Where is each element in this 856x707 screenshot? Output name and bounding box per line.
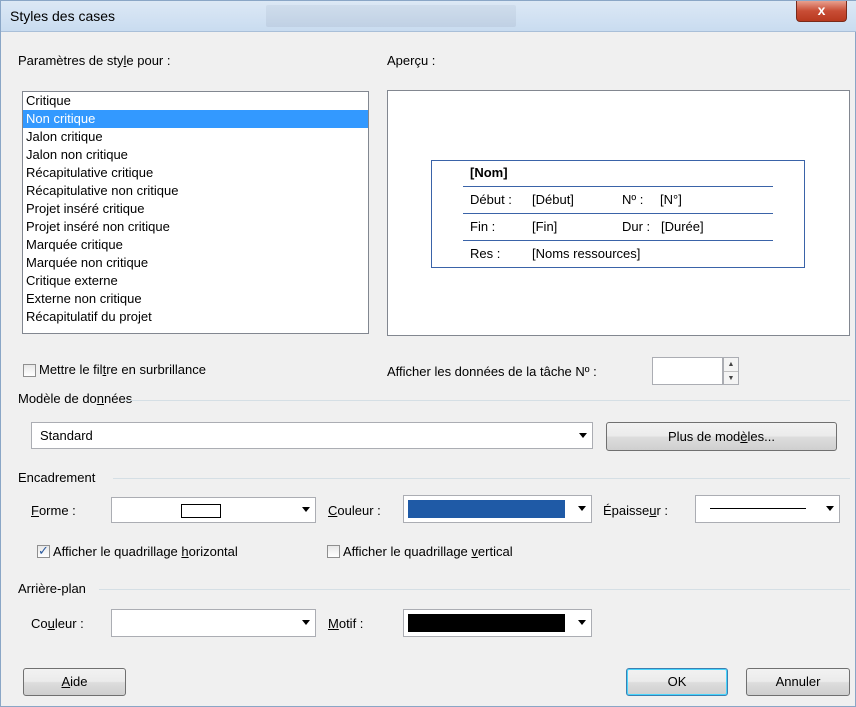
task-number-input[interactable] [652, 357, 723, 385]
list-item[interactable]: Jalon critique [23, 128, 368, 146]
list-item[interactable]: Critique externe [23, 272, 368, 290]
close-icon: x [817, 2, 826, 18]
card-debut-value: [Début] [532, 192, 574, 207]
border-section-label: Encadrement [18, 470, 96, 485]
preview-label: Aperçu : [387, 53, 436, 68]
horizontal-grid-checkbox[interactable] [37, 543, 50, 559]
spin-down-icon[interactable]: ▼ [724, 372, 738, 385]
card-dur-value: [Durée] [661, 219, 704, 234]
shape-select[interactable] [111, 497, 316, 523]
card-res-label: Res : [470, 246, 501, 261]
chevron-down-icon [826, 506, 834, 511]
data-template-select[interactable]: Standard [31, 422, 593, 449]
vertical-grid-checkbox[interactable] [327, 545, 340, 558]
background-window-ghost [266, 5, 516, 27]
horizontal-grid-label: Afficher le quadrillage horizontal [53, 544, 238, 559]
help-button[interactable]: Aide [23, 668, 126, 696]
card-no-label: Nº : [622, 192, 644, 207]
more-templates-button[interactable]: Plus de modèles... [606, 422, 837, 451]
list-item[interactable]: Externe non critique [23, 290, 368, 308]
style-params-label: Paramètres de style pour : [18, 53, 171, 68]
chevron-down-icon [578, 506, 586, 511]
highlight-filter-label: Mettre le filtre en surbrillance [39, 362, 206, 377]
dialog-title: Styles des cases [10, 8, 116, 24]
list-item[interactable]: Marquée non critique [23, 254, 368, 272]
card-debut-label: Début : [470, 192, 512, 207]
list-item[interactable]: Critique [23, 92, 368, 110]
preview-pane: [Nom] Début : [Début] Nº : [N°] Fin : [F… [387, 90, 850, 336]
close-button[interactable]: x [796, 1, 847, 22]
border-color-label: Couleur : [328, 503, 381, 518]
card-fin-label: Fin : [470, 219, 496, 234]
cancel-button[interactable]: Annuler [746, 668, 850, 696]
highlight-filter-checkbox[interactable] [23, 364, 36, 377]
line-thickness-icon [710, 508, 806, 509]
chevron-down-icon [302, 620, 310, 625]
border-color-select[interactable] [403, 495, 592, 523]
background-color-select[interactable] [111, 609, 316, 637]
pattern-swatch [408, 614, 565, 632]
card-name: [Nom] [470, 165, 508, 180]
card-fin-value: [Fin] [532, 219, 558, 234]
list-item[interactable]: Jalon non critique [23, 146, 368, 164]
list-item[interactable]: Récapitulative critique [23, 164, 368, 182]
chevron-down-icon [578, 620, 586, 625]
background-section-label: Arrière-plan [18, 581, 86, 596]
data-template-label: Modèle de données [18, 391, 133, 406]
list-item[interactable]: Marquée critique [23, 236, 368, 254]
pattern-select[interactable] [403, 609, 592, 637]
thickness-label: Épaisseur : [603, 503, 669, 518]
title-bar: Styles des cases x [1, 1, 856, 32]
background-color-label: Couleur : [31, 616, 84, 631]
list-item[interactable]: Projet inséré non critique [23, 218, 368, 236]
thickness-select[interactable] [695, 495, 840, 523]
card-no-value: [N°] [660, 192, 682, 207]
task-data-label: Afficher les données de la tâche Nº : [387, 364, 597, 379]
list-item[interactable]: Récapitulative non critique [23, 182, 368, 200]
list-item[interactable]: Récapitulatif du projet [23, 308, 368, 326]
shape-label: Forme : [31, 503, 76, 518]
vertical-grid-label: Afficher le quadrillage vertical [343, 544, 513, 559]
styles-dialog: Styles des cases x Paramètres de style p… [0, 0, 856, 707]
list-item[interactable]: Non critique [23, 110, 368, 128]
task-number-spinner[interactable]: ▲ ▼ [723, 357, 739, 385]
card-res-value: [Noms ressources] [532, 246, 641, 261]
chevron-down-icon [302, 507, 310, 512]
rectangle-shape-icon [181, 504, 221, 518]
background-color-swatch [116, 614, 291, 632]
list-item[interactable]: Projet inséré critique [23, 200, 368, 218]
chevron-down-icon [579, 432, 587, 438]
preview-box-card: [Nom] Début : [Début] Nº : [N°] Fin : [F… [431, 160, 805, 268]
border-color-swatch [408, 500, 565, 518]
pattern-label: Motif : [328, 616, 364, 631]
ok-button[interactable]: OK [626, 668, 728, 696]
style-params-list[interactable]: Critique Non critique Jalon critique Jalon … [22, 91, 369, 334]
spin-up-icon[interactable]: ▲ [724, 358, 738, 372]
card-dur-label: Dur : [622, 219, 651, 234]
